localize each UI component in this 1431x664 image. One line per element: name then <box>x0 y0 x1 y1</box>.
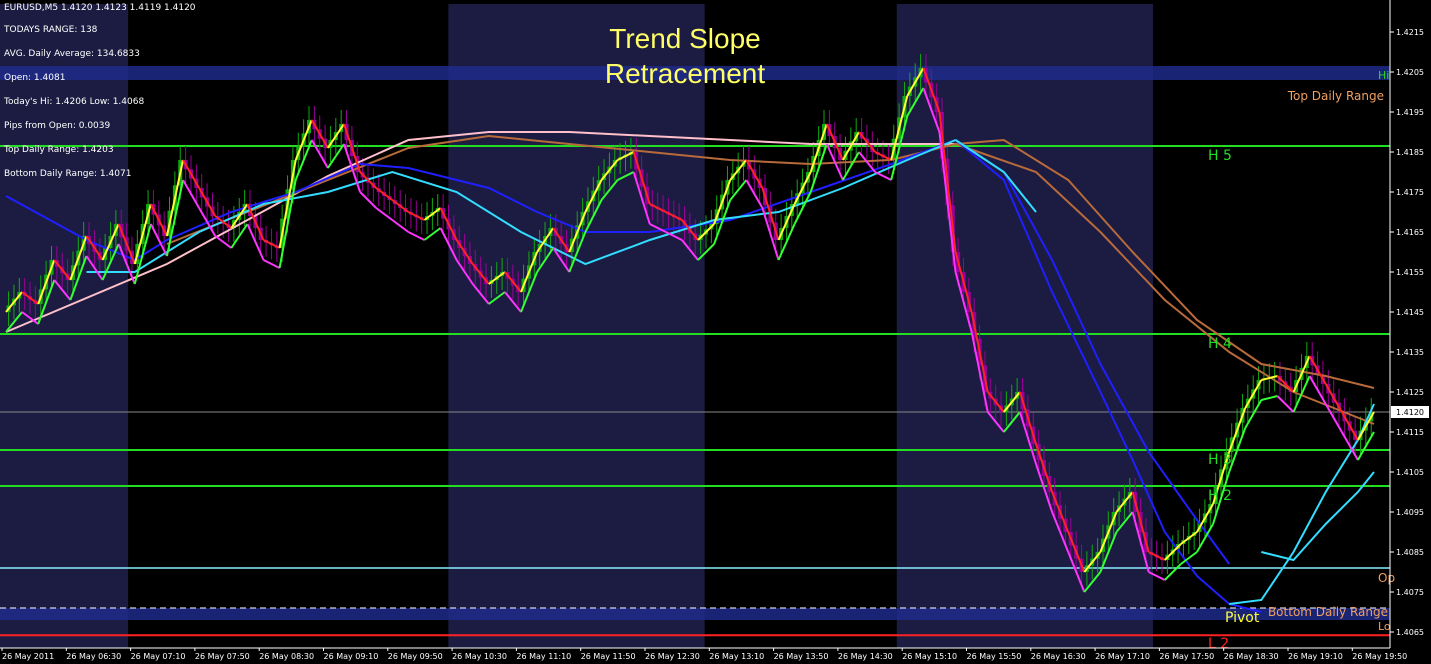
symbol-info: EURUSD,M5 1.4120 1.4123 1.4119 1.4120 <box>4 3 196 13</box>
x-tick-label: 26 May 2011 <box>2 652 54 661</box>
x-tick-label: 26 May 11:50 <box>581 652 636 661</box>
y-tick-label: 1.4155 <box>1396 268 1424 277</box>
x-tick-label: 26 May 17:10 <box>1095 652 1150 661</box>
x-tick-label: 26 May 12:30 <box>645 652 700 661</box>
y-tick-label: 1.4125 <box>1396 388 1424 397</box>
level-label-2: H 3 <box>1208 452 1232 468</box>
top-range-label: Top Daily Range <box>1287 89 1384 103</box>
x-tick-label: 26 May 19:10 <box>1288 652 1343 661</box>
current-price-label: 1.4120 <box>1396 408 1424 417</box>
x-tick-label: 26 May 16:30 <box>1031 652 1086 661</box>
x-tick-label: 26 May 14:30 <box>838 652 893 661</box>
avg-daily: AVG. Daily Average: 134.6833 <box>4 49 140 59</box>
pips-from-open: Pips from Open: 0.0039 <box>4 121 111 131</box>
y-tick-label: 1.4085 <box>1396 548 1424 557</box>
x-tick-label: 26 May 13:50 <box>774 652 829 661</box>
x-tick-label: 26 May 07:10 <box>131 652 186 661</box>
y-tick-label: 1.4195 <box>1396 108 1424 117</box>
y-tick-label: 1.4135 <box>1396 348 1424 357</box>
y-axis: 1.4215 1.4205 1.4195 1.4185 1.4175 1.4165 1.41… <box>1389 0 1429 648</box>
open-value: Open: 1.4081 <box>4 73 66 83</box>
level-label-4: Op <box>1378 571 1395 585</box>
y-tick-label: 1.4075 <box>1396 588 1424 597</box>
y-tick-label: 1.4205 <box>1396 68 1424 77</box>
price-chart[interactable]: H 5 H 4 H 3 H 2 Op Pivot L 2 Top Daily Range Hi B… <box>0 0 1431 664</box>
x-tick-label: 26 May 17:50 <box>1159 652 1214 661</box>
bottom-range-band <box>0 608 1390 620</box>
x-tick-label: 26 May 15:10 <box>902 652 957 661</box>
x-tick-label: 26 May 13:10 <box>709 652 764 661</box>
y-tick-label: 1.4165 <box>1396 228 1424 237</box>
level-label-1: H 4 <box>1208 336 1232 352</box>
x-tick-label: 26 May 07:50 <box>195 652 250 661</box>
todays-range: TODAYS RANGE: 138 <box>4 25 98 35</box>
fast-ma-segment <box>1261 395 1278 401</box>
level-label-0: H 5 <box>1208 148 1232 164</box>
price-segment <box>278 159 297 249</box>
x-tick-label: 26 May 08:30 <box>259 652 314 661</box>
hi-low-value: Today's Hi: 1.4206 Low: 1.4068 <box>4 97 145 107</box>
chart-title-line-2: Retracement <box>604 58 766 89</box>
y-tick-label: 1.4175 <box>1396 188 1424 197</box>
x-tick-label: 26 May 11:10 <box>516 652 571 661</box>
ma-line-8 <box>1229 403 1375 605</box>
level-label-3: H 2 <box>1208 488 1232 504</box>
level-label-6: L 2 <box>1208 636 1229 652</box>
chart-title-line-1: Trend Slope <box>609 23 761 54</box>
level-label-5: Pivot <box>1225 610 1260 626</box>
x-tick-label: 26 May 10:30 <box>452 652 507 661</box>
x-tick-label: 26 May 06:30 <box>66 652 121 661</box>
y-tick-label: 1.4145 <box>1396 308 1424 317</box>
y-tick-label: 1.4065 <box>1396 628 1424 637</box>
x-tick-label: 26 May 09:50 <box>388 652 443 661</box>
ma-line-1 <box>166 134 1375 389</box>
y-tick-label: 1.4185 <box>1396 148 1424 157</box>
x-tick-label: 26 May 15:50 <box>967 652 1022 661</box>
x-tick-label: 26 May 19:50 <box>1352 652 1407 661</box>
bottom-range-label: Bottom Daily Range <box>1268 605 1388 619</box>
session-band-1 <box>448 4 705 648</box>
lo-label: Lo <box>1378 620 1391 633</box>
x-axis: 26 May 2011 26 May 06:30 26 May 07:10 26 Ma… <box>0 647 1407 661</box>
y-tick-label: 1.4215 <box>1396 28 1424 37</box>
y-tick-label: 1.4105 <box>1396 468 1424 477</box>
hi-label: Hi <box>1378 69 1389 82</box>
bottom-daily-range: Bottom Daily Range: 1.4071 <box>4 169 132 179</box>
y-tick-label: 1.4115 <box>1396 428 1424 437</box>
y-tick-label: 1.4095 <box>1396 508 1424 517</box>
top-daily-range: Top Daily Range: 1.4203 <box>4 145 114 155</box>
x-tick-label: 26 May 09:10 <box>324 652 379 661</box>
x-tick-label: 26 May 18:30 <box>1224 652 1279 661</box>
